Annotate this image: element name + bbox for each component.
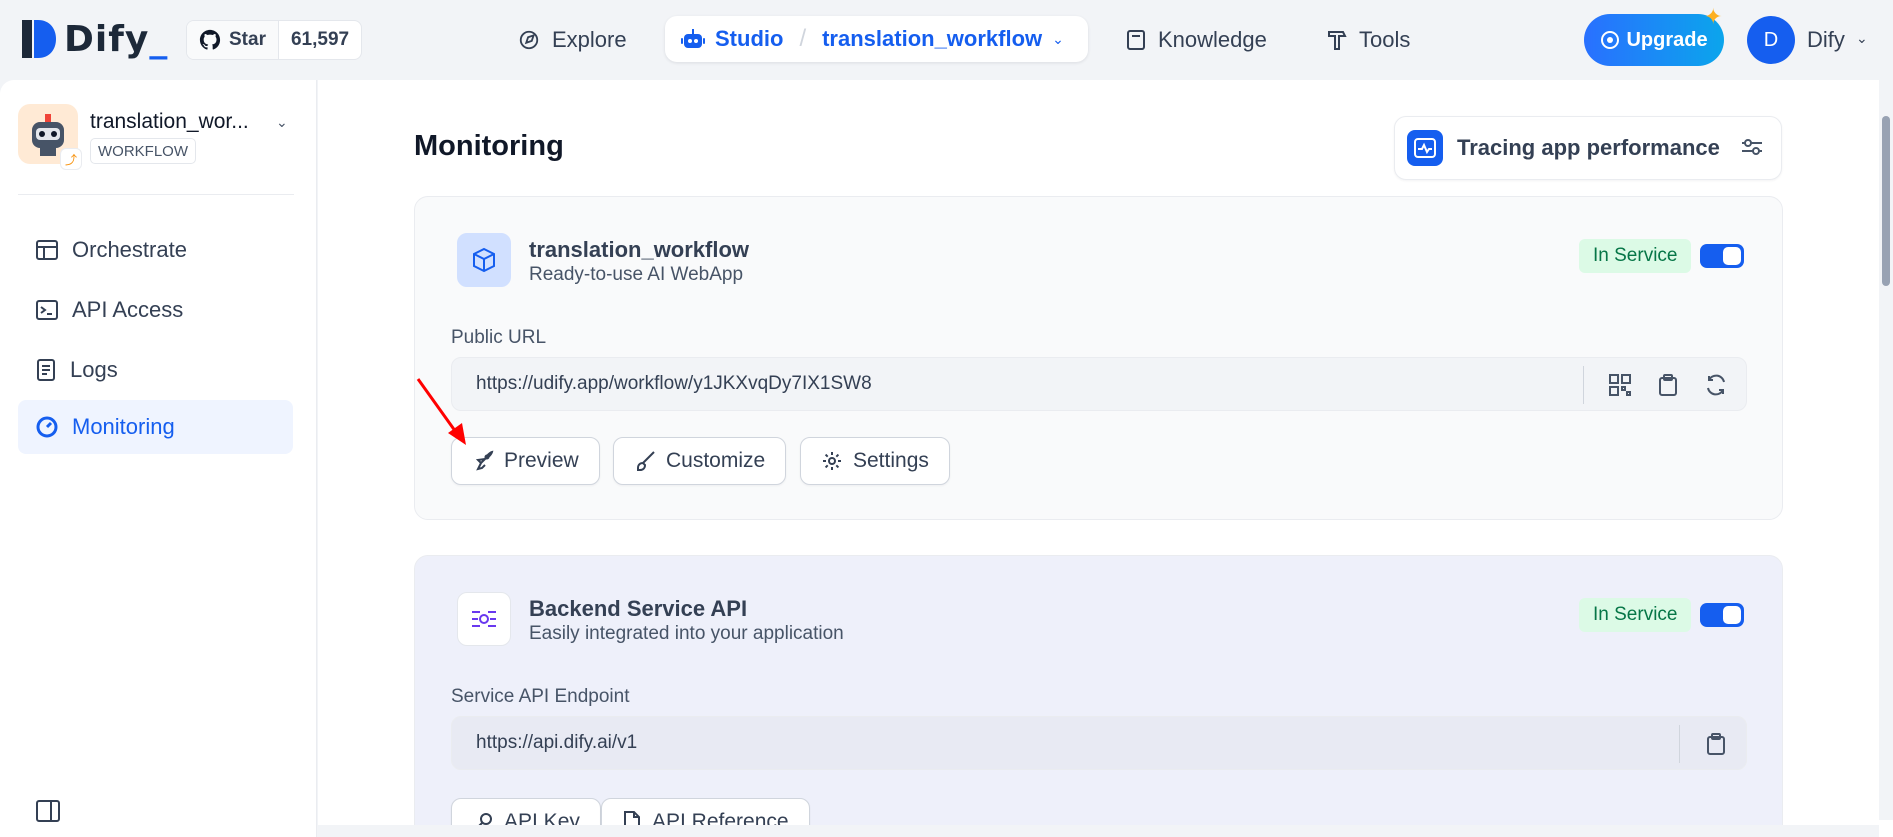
scroll-thumb[interactable] — [1882, 116, 1890, 286]
webapp-card: translation_workflow Ready-to-use AI Web… — [414, 196, 1783, 520]
upgrade-label: Upgrade — [1626, 28, 1708, 51]
main-content: Monitoring Tracing app performance trans… — [318, 80, 1893, 837]
settings-label: Settings — [853, 449, 929, 472]
public-url-field[interactable]: https://udify.app/workflow/y1JKXvqDy7IX1… — [451, 357, 1747, 411]
service-api-endpoint-label: Service API Endpoint — [451, 686, 630, 707]
backend-api-card: Backend Service API Easily integrated in… — [414, 555, 1783, 837]
sidebar-collapse-icon[interactable] — [36, 800, 60, 827]
page-title: Monitoring — [414, 130, 564, 162]
github-star-label: Star — [229, 29, 266, 50]
tracing-label: Tracing app performance — [1457, 135, 1720, 160]
service-api-endpoint-field[interactable]: https://api.dify.ai/v1 — [451, 716, 1747, 770]
robot-icon — [681, 29, 705, 48]
compass-icon — [519, 30, 539, 50]
rocket-badge-icon — [1601, 31, 1620, 49]
nav-explore[interactable]: Explore — [518, 20, 627, 60]
github-star-widget[interactable]: Star 61,597 — [186, 20, 363, 60]
cube-icon — [457, 233, 511, 287]
settings-sliders-icon[interactable] — [1741, 137, 1763, 162]
current-app-label[interactable]: translation_workflow — [822, 26, 1042, 52]
sidebar-item-label: Logs — [70, 357, 118, 382]
top-bar: Dify_ Star 61,597 Explore Studio / trans… — [0, 0, 1893, 80]
nav-knowledge[interactable]: Knowledge — [1126, 20, 1267, 60]
github-icon — [199, 29, 221, 50]
status-badge: In Service — [1579, 239, 1692, 273]
gear-icon — [823, 452, 841, 470]
sidebar-item-logs[interactable]: Logs — [18, 343, 293, 397]
github-star-button[interactable]: Star — [187, 21, 278, 59]
github-star-count[interactable]: 61,597 — [277, 21, 361, 59]
chevron-down-icon[interactable]: ⌄ — [1052, 31, 1064, 48]
terminal-icon — [36, 300, 58, 320]
chevron-down-icon[interactable]: ⌄ — [276, 114, 288, 131]
tracing-icon — [1407, 130, 1443, 166]
dashboard-icon — [36, 416, 58, 438]
app-name: translation_wor... — [90, 110, 249, 133]
hammer-icon — [1328, 31, 1347, 50]
url-actions — [1679, 725, 1736, 763]
qr-code-icon[interactable] — [1600, 366, 1640, 404]
clipboard-icon[interactable] — [1696, 725, 1736, 763]
upgrade-button[interactable]: Upgrade — [1584, 14, 1724, 66]
dify-logo[interactable]: Dify_ — [20, 18, 168, 60]
nav-tools[interactable]: Tools — [1327, 20, 1410, 60]
annotation-arrow-icon — [416, 378, 466, 445]
sidebar-item-api-access[interactable]: API Access — [18, 283, 293, 337]
layout-icon — [36, 240, 58, 260]
brush-icon — [637, 451, 655, 471]
sidebar: ⤴ translation_wor... ⌄ WORKFLOW Orchestr… — [0, 80, 317, 837]
sidebar-divider — [18, 194, 294, 195]
webapp-subtitle: Ready-to-use AI WebApp — [529, 264, 744, 285]
webapp-title: translation_workflow — [529, 237, 750, 262]
nav-knowledge-label: Knowledge — [1158, 27, 1267, 52]
refresh-icon[interactable] — [1696, 366, 1736, 404]
sidebar-item-monitoring[interactable]: Monitoring — [18, 400, 293, 454]
nav-studio-label[interactable]: Studio — [715, 26, 783, 52]
backend-api-subtitle: Easily integrated into your application — [529, 623, 844, 644]
logo-text: Dify_ — [64, 18, 169, 60]
dify-logo-icon — [22, 20, 56, 58]
user-name[interactable]: Dify — [1807, 27, 1845, 53]
book-icon — [1127, 30, 1145, 50]
preview-label: Preview — [504, 449, 579, 472]
avatar[interactable]: D — [1747, 16, 1795, 64]
breadcrumb-separator: / — [799, 25, 807, 52]
sparkle-icon: ✦ — [1704, 4, 1723, 29]
public-url-label: Public URL — [451, 327, 547, 348]
backend-api-title: Backend Service API — [529, 596, 748, 621]
workflow-badge-icon: ⤴ — [60, 148, 82, 170]
app-type-badge: WORKFLOW — [90, 138, 196, 164]
service-api-endpoint-text[interactable]: https://api.dify.ai/v1 — [476, 732, 637, 754]
status-badge: In Service — [1579, 598, 1692, 632]
customize-label: Customize — [666, 449, 766, 472]
sidebar-item-orchestrate[interactable]: Orchestrate — [18, 223, 293, 277]
backend-api-toggle[interactable] — [1700, 603, 1744, 627]
file-list-icon — [37, 359, 55, 381]
app-info[interactable]: ⤴ translation_wor... ⌄ WORKFLOW — [18, 104, 298, 174]
public-url-text[interactable]: https://udify.app/workflow/y1JKXvqDy7IX1… — [476, 373, 872, 395]
clipboard-icon[interactable] — [1648, 366, 1688, 404]
nav-studio-breadcrumb[interactable]: Studio / translation_workflow ⌄ — [665, 16, 1088, 62]
sidebar-item-label: Monitoring — [72, 414, 175, 439]
vertical-scrollbar[interactable] — [1879, 80, 1893, 820]
tracing-app-performance-button[interactable]: Tracing app performance — [1394, 116, 1782, 180]
rocket-icon — [475, 450, 494, 471]
sidebar-item-label: Orchestrate — [72, 237, 187, 262]
chevron-down-icon[interactable]: ⌄ — [1856, 30, 1868, 47]
webapp-toggle[interactable] — [1700, 244, 1744, 268]
nav-tools-label: Tools — [1359, 27, 1411, 52]
settings-button[interactable]: Settings — [800, 437, 950, 485]
customize-button[interactable]: Customize — [613, 437, 787, 485]
api-connection-icon — [457, 592, 511, 646]
horizontal-scrollbar[interactable] — [318, 825, 1879, 837]
sidebar-item-label: API Access — [72, 297, 184, 322]
url-actions — [1583, 366, 1736, 404]
nav-explore-label: Explore — [552, 27, 627, 52]
